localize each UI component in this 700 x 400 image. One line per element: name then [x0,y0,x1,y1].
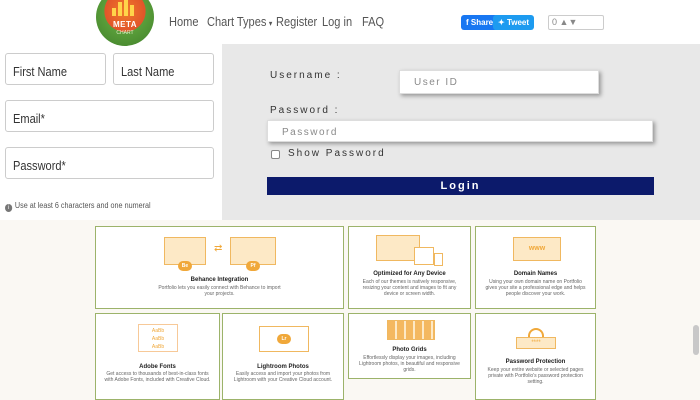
first-name-field[interactable]: First Name [5,53,106,85]
portfolio-badge: Pf [246,261,260,271]
password-input[interactable]: Password [267,120,653,142]
first-name-placeholder: First Name [13,64,68,79]
nav-login[interactable]: Log in [322,14,352,29]
top-navbar: META CHART Home Chart Types ▾ Register Lo… [0,0,700,46]
password-input-placeholder: Password [282,127,338,138]
feature-card-behance: ⇄ Be Pf Behance Integration Portfolio le… [95,226,344,309]
feature-title: Behance Integration [190,277,249,283]
nav-chart-types[interactable]: Chart Types ▾ [207,14,272,29]
feature-desc: Each of our themes is natively responsiv… [362,279,457,297]
behance-sync-icon: ⇄ Be Pf [164,237,279,271]
email-placeholder: Email* [13,111,45,126]
feature-title: Adobe Fonts [139,364,176,370]
feature-card-fonts: AaBb AaBb AaBb Adobe Fonts Get access to… [95,313,220,400]
password-hint-text: Use at least 6 characters and one numera… [14,201,151,210]
password-mask-badge: **** [516,337,556,349]
devices-icon [376,235,446,267]
logo-text: META [112,20,138,29]
caret-down-icon: ▾ [268,19,273,28]
password-label: Password : [270,105,340,116]
vote-widget[interactable]: 0 ▲▼ [548,15,604,30]
feature-desc: Using your own domain name on Portfolio … [485,279,586,297]
photo-grid-icon [387,320,435,342]
login-button[interactable]: Login [267,177,654,195]
username-label: Username : [270,70,342,81]
feature-card-domain: www Domain Names Using your own domain n… [475,226,596,309]
feature-desc: Effortlessly display your images, includ… [359,355,460,373]
feature-title: Domain Names [513,271,558,277]
nav-home[interactable]: Home [169,14,198,29]
feature-desc: Get access to thousands of best-in-class… [104,371,211,383]
email-field[interactable]: Email* [5,100,214,132]
tweet-button[interactable]: ✦ Tweet [493,15,535,30]
nav-register[interactable]: Register [276,14,317,29]
lock-icon: **** [516,328,556,350]
show-password-label[interactable]: Show Password [288,148,386,159]
logo-subtext: CHART [116,30,134,36]
lightroom-badge: Lr [277,334,291,344]
login-form: Username : User ID Password : Password S… [222,44,700,222]
password-hint: i Use at least 6 characters and one numer… [5,201,151,212]
logo-chart-icon [110,0,140,16]
fonts-icon: AaBb AaBb AaBb [138,324,178,354]
nav-faq[interactable]: FAQ [362,14,384,29]
downvote-icon[interactable]: ▼ [568,17,577,27]
tweet-label: Tweet [506,18,530,27]
feature-title: Password Protection [505,359,566,365]
feature-card-lightroom: Lr Lightroom Photos Easily access and im… [222,313,344,400]
feature-card-password: **** Password Protection Keep your entir… [475,313,596,400]
feature-title: Optimized for Any Device [373,271,446,277]
feature-desc: Keep your entire website or selected pag… [487,367,584,385]
vote-count: 0 [552,17,558,27]
feature-title: Lightroom Photos [257,364,309,370]
font-sample: AaBb [151,344,165,350]
site-logo[interactable]: META CHART [96,0,154,46]
features-section: ⇄ Be Pf Behance Integration Portfolio le… [0,220,700,400]
password-field[interactable]: Password* [5,147,214,179]
font-sample: AaBb [151,328,165,334]
nav-chart-types-label: Chart Types [207,14,267,29]
www-icon: www [513,237,561,263]
show-password-checkbox[interactable] [271,150,280,159]
username-input[interactable]: User ID [399,70,599,94]
feature-desc: Easily access and import your photos fro… [233,371,333,383]
feature-title: Photo Grids [392,347,427,353]
page-scrollbar[interactable] [693,325,699,355]
lightroom-icon: Lr [259,326,309,356]
www-badge: www [513,237,561,261]
last-name-field[interactable]: Last Name [113,53,214,85]
share-label: Share [470,18,494,27]
password-placeholder: Password* [13,158,66,173]
last-name-placeholder: Last Name [121,64,175,79]
feature-desc: Portfolio lets you easily connect with B… [158,285,281,297]
feature-card-photo-grids: Photo Grids Effortlessly display your im… [348,313,471,379]
signup-form: First Name Last Name Email* Password* iU… [0,46,222,220]
feature-card-devices: Optimized for Any Device Each of our the… [348,226,471,309]
username-placeholder: User ID [414,77,459,88]
info-icon: i [5,204,13,212]
behance-badge: Be [178,261,192,271]
font-sample: AaBb [151,336,165,342]
